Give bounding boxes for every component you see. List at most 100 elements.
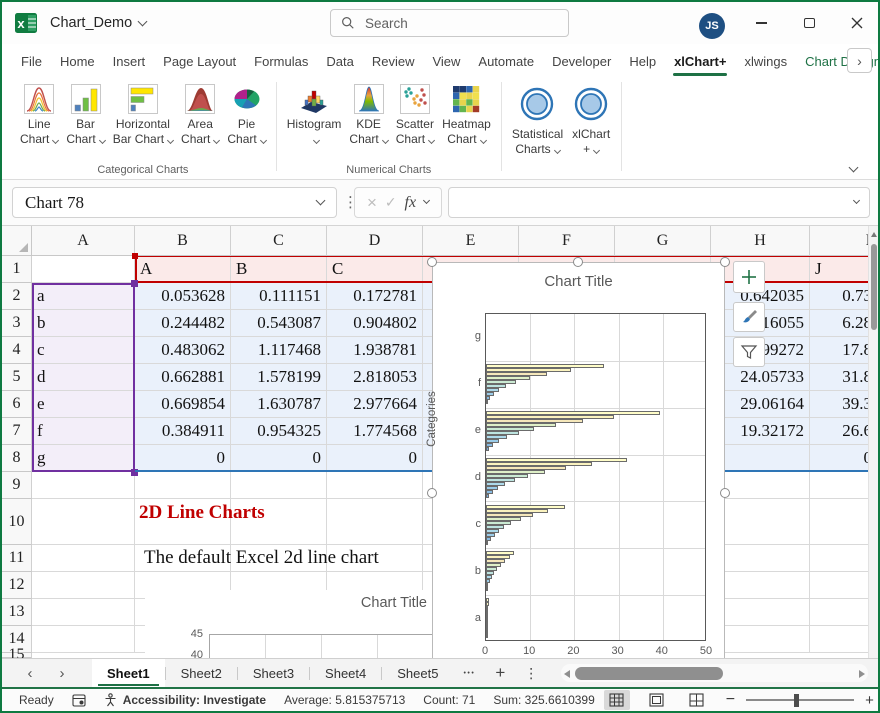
horizontal-scrollbar-thumb[interactable]: [575, 667, 723, 680]
enter-button[interactable]: ✓: [385, 194, 397, 211]
line-chart-button[interactable]: LineChart: [16, 83, 62, 163]
tab-view[interactable]: View: [423, 44, 469, 78]
cell-D9[interactable]: [327, 472, 423, 499]
row-header-1[interactable]: 1: [2, 256, 32, 283]
tab-review[interactable]: Review: [363, 44, 424, 78]
cell-A7[interactable]: f: [32, 418, 135, 445]
cell-A6[interactable]: e: [32, 391, 135, 418]
user-avatar[interactable]: JS: [699, 13, 725, 39]
xlchart-plus-button[interactable]: xlChart+: [567, 83, 615, 163]
column-header-D[interactable]: D: [327, 226, 423, 256]
cell-H10[interactable]: [711, 499, 810, 545]
histogram-button[interactable]: Histogram: [283, 83, 346, 163]
selection-handle[interactable]: [427, 488, 437, 498]
cell-C5[interactable]: 1.578199: [231, 364, 327, 391]
cell-B1[interactable]: A: [135, 256, 231, 283]
kde-chart-button[interactable]: KDEChart: [345, 83, 391, 163]
cell-A12[interactable]: [32, 572, 135, 599]
chart-elements-button[interactable]: [733, 261, 765, 293]
horizontal-scrollbar[interactable]: [561, 664, 868, 682]
chevron-down-icon[interactable]: [423, 197, 430, 204]
cell-D5[interactable]: 2.818053: [327, 364, 423, 391]
cell-D3[interactable]: 0.904802: [327, 310, 423, 337]
cell-B8[interactable]: 0: [135, 445, 231, 472]
zoom-in-button[interactable]: +: [863, 692, 876, 709]
cell-B2[interactable]: 0.053628: [135, 283, 231, 310]
sheet-nav-right-button[interactable]: ›: [46, 659, 78, 687]
accessibility-status[interactable]: Accessibility: Investigate: [95, 693, 275, 707]
cell-H14[interactable]: [711, 626, 810, 653]
cell-A10[interactable]: [32, 499, 135, 545]
formula-input[interactable]: [448, 187, 870, 218]
cell-B5[interactable]: 0.662881: [135, 364, 231, 391]
maximize-button[interactable]: [787, 2, 831, 44]
cell-C8[interactable]: 0: [231, 445, 327, 472]
sheet-options-button[interactable]: ⋮: [515, 659, 547, 687]
name-box[interactable]: Chart 78: [12, 187, 337, 218]
row-header-13[interactable]: 13: [2, 599, 32, 626]
zoom-slider-thumb[interactable]: [794, 694, 799, 707]
tab-data[interactable]: Data: [317, 44, 362, 78]
cell-D10[interactable]: [327, 499, 423, 545]
cell-D4[interactable]: 1.938781: [327, 337, 423, 364]
tab-automate[interactable]: Automate: [469, 44, 543, 78]
tab-formulas[interactable]: Formulas: [245, 44, 317, 78]
row-header-11[interactable]: 11: [2, 545, 32, 572]
cell-A14[interactable]: [32, 626, 135, 653]
cell-H7[interactable]: 19.32172: [711, 418, 810, 445]
column-header-A[interactable]: A: [32, 226, 135, 256]
hbar-chart-button[interactable]: HorizontalBar Chart: [109, 83, 177, 163]
document-title[interactable]: Chart_Demo: [50, 15, 146, 31]
row-header-7[interactable]: 7: [2, 418, 32, 445]
row-header-2[interactable]: 2: [2, 283, 32, 310]
sheet-tab-sheet1[interactable]: Sheet1: [92, 659, 165, 687]
close-button[interactable]: [835, 2, 879, 44]
insert-function-button[interactable]: fx: [405, 194, 417, 212]
cell-B9[interactable]: [135, 472, 231, 499]
row-header-10[interactable]: 10: [2, 499, 32, 545]
cell-A8[interactable]: g: [32, 445, 135, 472]
area-chart-button[interactable]: AreaChart: [177, 83, 223, 163]
cell-A5[interactable]: d: [32, 364, 135, 391]
embedded-bar-chart[interactable]: Chart TitleCategoriesgfedcba01020304050: [432, 262, 725, 658]
row-header-9[interactable]: 9: [2, 472, 32, 499]
status-ready[interactable]: Ready: [10, 693, 63, 707]
cell-C2[interactable]: 0.111151: [231, 283, 327, 310]
chart-styles-button[interactable]: [733, 302, 765, 332]
tab-help[interactable]: Help: [620, 44, 665, 78]
search-input[interactable]: Search: [330, 9, 569, 37]
cell-B4[interactable]: 0.483062: [135, 337, 231, 364]
cell-B7[interactable]: 0.384911: [135, 418, 231, 445]
scroll-up-arrow-icon[interactable]: [871, 232, 877, 237]
zoom-slider[interactable]: [746, 699, 854, 701]
tab-xlwings[interactable]: xlwings: [735, 44, 796, 78]
normal-view-button[interactable]: [604, 690, 630, 710]
scatter-chart-button[interactable]: ScatterChart: [392, 83, 438, 163]
cell-A11[interactable]: [32, 545, 135, 572]
chart-filters-button[interactable]: [733, 337, 765, 367]
vertical-scrollbar[interactable]: [868, 226, 878, 658]
cell-C3[interactable]: 0.543087: [231, 310, 327, 337]
page-layout-view-button[interactable]: [644, 690, 670, 710]
selection-handle[interactable]: [573, 257, 583, 267]
worksheet-grid[interactable]: ABCDEFGHI123456789101112131415ABCJa0.053…: [2, 226, 878, 658]
status-sum[interactable]: Sum: 325.6610399: [484, 693, 603, 707]
sheet-nav-left-button[interactable]: ‹: [14, 659, 46, 687]
cell-A13[interactable]: [32, 599, 135, 626]
row-header-3[interactable]: 3: [2, 310, 32, 337]
collapse-ribbon-button[interactable]: [850, 158, 857, 176]
select-all-corner[interactable]: [2, 226, 32, 256]
selection-handle[interactable]: [720, 257, 730, 267]
page-break-view-button[interactable]: [684, 690, 710, 710]
cell-C1[interactable]: B: [231, 256, 327, 283]
pie-chart-button[interactable]: PieChart: [223, 83, 269, 163]
scroll-left-arrow-icon[interactable]: [564, 670, 570, 678]
tab-home[interactable]: Home: [51, 44, 104, 78]
column-header-H[interactable]: H: [711, 226, 810, 256]
tab-developer[interactable]: Developer: [543, 44, 620, 78]
column-header-F[interactable]: F: [519, 226, 615, 256]
column-header-G[interactable]: G: [615, 226, 711, 256]
cell-C4[interactable]: 1.117468: [231, 337, 327, 364]
vertical-scrollbar-thumb[interactable]: [871, 244, 877, 330]
row-header-8[interactable]: 8: [2, 445, 32, 472]
